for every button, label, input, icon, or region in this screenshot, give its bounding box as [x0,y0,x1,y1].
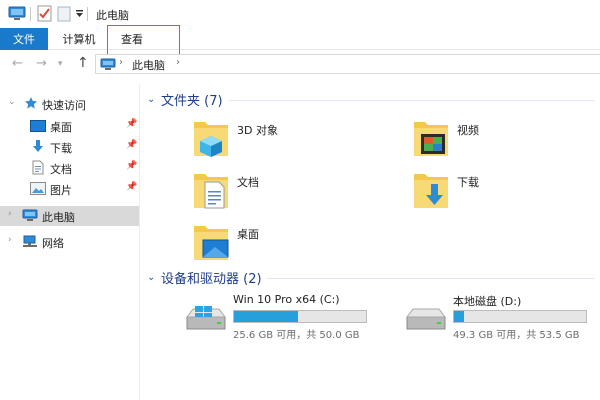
3d-objects-folder-icon [191,116,231,160]
local-disk-icon [405,305,447,333]
window-title: 此电脑 [96,9,129,22]
up-icon[interactable]: ↑ [77,55,89,71]
title-bar: 此电脑 [0,0,600,28]
videos-folder-icon [411,116,451,160]
folder-label: 3D 对象 [237,124,278,137]
folder-label: 下载 [457,176,479,189]
picture-icon [30,182,46,198]
back-icon[interactable]: ← [12,56,23,71]
sidebar-item-documents[interactable]: 文档 📌 [0,158,139,178]
expand-icon[interactable]: › [8,209,12,219]
divider [267,278,594,279]
expand-icon[interactable]: › [8,235,12,245]
drive-usage-bar [233,310,367,323]
sidebar-item-label: 此电脑 [42,211,75,224]
address-row: ← → ▾ ↑ › 此电脑 › [0,52,600,76]
downloads-folder-icon [411,168,451,212]
folder-tile-desktop[interactable]: 桌面 [191,220,391,272]
tab-file[interactable]: 文件 [0,28,48,50]
folder-tile-3d-objects[interactable]: 3D 对象 [191,116,391,168]
drive-usage-fill [454,311,465,322]
sidebar-item-downloads[interactable]: 下载 📌 [0,137,139,157]
expand-icon[interactable]: ⌄ [8,97,16,107]
divider [30,7,31,21]
breadcrumb-chevron-icon[interactable]: › [176,57,180,68]
divider [87,7,88,21]
folder-label: 桌面 [237,228,259,241]
sidebar-item-network[interactable]: › 网络 [0,232,139,252]
drive-tile-d[interactable]: 本地磁盘 (D:) 49.3 GB 可用，共 53.5 GB [405,293,600,343]
sidebar-item-label: 文档 [50,163,72,176]
drive-space-info: 49.3 GB 可用，共 53.5 GB [453,330,580,341]
drive-tile-c[interactable]: Win 10 Pro x64 (C:) 25.6 GB 可用，共 50.0 GB [185,293,385,343]
group-title: 文件夹 (7) [161,93,223,109]
sidebar-item-label: 图片 [50,184,72,197]
pin-icon[interactable]: 📌 [126,140,137,150]
documents-folder-icon [191,168,231,212]
address-bar[interactable]: › 此电脑 › [95,54,600,74]
network-icon [22,235,38,251]
ribbon-tabs: 文件 计算机 查看 [0,28,600,50]
folder-label: 视频 [457,124,479,137]
navigation-pane: ⌄ 快速访问 桌面 📌 下载 📌 文档 📌 图片 📌 › 此电脑 › 网络 [0,84,140,400]
drive-label: 本地磁盘 (D:) [453,295,522,308]
recent-locations-icon[interactable]: ▾ [58,59,63,69]
sidebar-item-label: 桌面 [50,121,72,134]
collapse-icon[interactable]: ⌄ [147,272,159,283]
sidebar-item-desktop[interactable]: 桌面 📌 [0,116,139,136]
new-folder-icon[interactable] [57,6,71,25]
tab-computer[interactable]: 计算机 [56,28,102,50]
group-header-folders[interactable]: ⌄ 文件夹 (7) [147,90,223,109]
folder-tile-documents[interactable]: 文档 [191,168,391,220]
sidebar-item-quick-access[interactable]: ⌄ 快速访问 [0,94,139,114]
this-pc-icon [8,6,26,24]
windows-drive-icon [185,305,227,333]
collapse-icon[interactable]: ⌄ [147,94,159,105]
this-pc-icon [22,209,38,225]
folder-label: 文档 [237,176,259,189]
properties-icon[interactable] [37,5,52,25]
pin-icon[interactable]: 📌 [126,119,137,129]
breadcrumb-this-pc[interactable]: 此电脑 [132,57,165,73]
download-icon [31,139,45,157]
group-title: 设备和驱动器 (2) [161,271,262,287]
this-pc-icon [100,58,116,74]
folder-tile-downloads[interactable]: 下载 [411,168,600,220]
star-icon [24,96,38,113]
customize-toolbar-icon[interactable] [75,9,84,22]
drive-usage-fill [234,311,299,322]
forward-icon[interactable]: → [36,56,47,71]
breadcrumb-chevron-icon[interactable]: › [119,57,123,68]
folder-tile-videos[interactable]: 视频 [411,116,600,168]
sidebar-item-label: 下载 [50,142,72,155]
desktop-icon [30,120,46,135]
sidebar-item-pictures[interactable]: 图片 📌 [0,179,139,199]
sidebar-item-label: 网络 [42,237,64,250]
drive-label: Win 10 Pro x64 (C:) [233,293,340,306]
divider [229,100,594,101]
content-pane: ⌄ 文件夹 (7) 3D 对象 视频 文档 下载 桌面 ⌄ 设备和驱动器 (2)… [141,84,600,400]
drive-space-info: 25.6 GB 可用，共 50.0 GB [233,330,360,341]
group-header-drives[interactable]: ⌄ 设备和驱动器 (2) [147,268,262,287]
desktop-folder-icon [191,220,231,264]
sidebar-item-label: 快速访问 [42,99,86,112]
pin-icon[interactable]: 📌 [126,161,137,171]
sidebar-item-this-pc[interactable]: › 此电脑 [0,206,139,226]
pin-icon[interactable]: 📌 [126,182,137,192]
document-icon [32,160,44,178]
drive-usage-bar [453,310,587,323]
